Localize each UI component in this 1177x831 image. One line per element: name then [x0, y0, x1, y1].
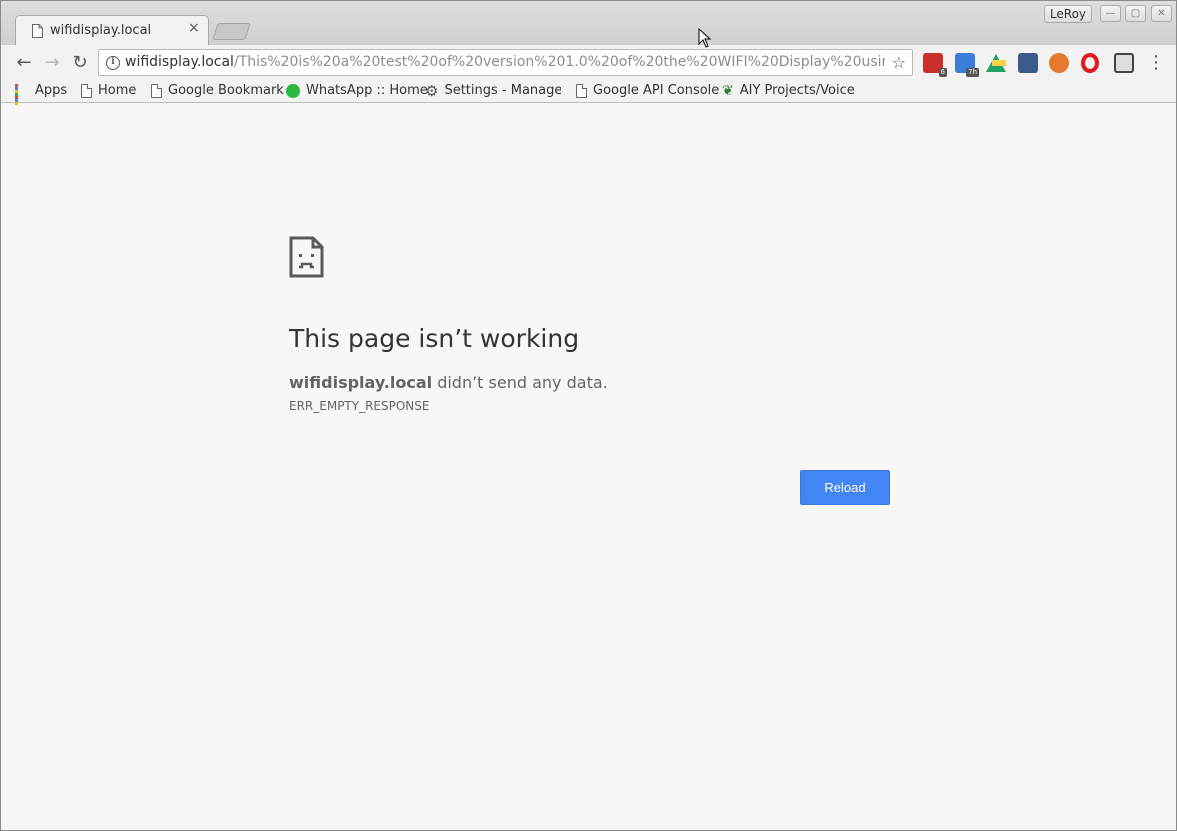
address-bar[interactable]: i wifidisplay.local/This%20is%20a%20test…: [98, 49, 913, 76]
tab-strip: wifidisplay.local × LeRoy — ▢ ✕: [1, 1, 1176, 45]
sad-page-icon: [289, 236, 324, 278]
mouse-cursor-icon: [698, 28, 712, 48]
bookmark-google-api-console[interactable]: Google API Console: [576, 82, 719, 100]
bookmark-apps[interactable]: Apps: [15, 82, 68, 111]
profile-button[interactable]: LeRoy: [1044, 5, 1092, 23]
forward-button[interactable]: →: [39, 50, 65, 76]
whatsapp-icon: [286, 84, 300, 98]
bookmark-label: WhatsApp :: Home: [306, 83, 428, 98]
minimize-button[interactable]: —: [1100, 5, 1121, 22]
apps-grid-icon: [15, 84, 29, 111]
bookmark-home[interactable]: Home: [81, 82, 136, 100]
page-icon: [81, 84, 92, 98]
toolbar: ← → ↻ i wifidisplay.local/This%20is%20a%…: [1, 45, 1176, 79]
tab-title: wifidisplay.local: [50, 23, 152, 38]
error-host: wifidisplay.local: [289, 373, 433, 392]
info-icon[interactable]: i: [106, 56, 120, 70]
bookmarks-bar: Apps Home Google Bookmark WhatsApp :: Ho…: [1, 79, 1176, 111]
back-button[interactable]: ←: [11, 50, 37, 76]
error-message: wifidisplay.local didn’t send any data.: [289, 373, 608, 392]
page-icon: [576, 84, 587, 98]
bookmark-label: Apps: [35, 83, 68, 98]
error-title: This page isn’t working: [289, 324, 580, 353]
new-tab-button[interactable]: [212, 23, 251, 40]
extension-badge: 6: [938, 68, 947, 77]
page-content: This page isn’t working wifidisplay.loca…: [5, 105, 1173, 827]
chrome-menu-icon[interactable]: ⋮: [1147, 52, 1165, 74]
bookmark-label: AIY Projects/Voice: [739, 83, 855, 98]
gear-icon: ⚙: [425, 82, 439, 100]
bookmark-whatsapp[interactable]: WhatsApp :: Home: [286, 82, 428, 100]
bookmark-label: Settings - Manage d: [444, 83, 562, 98]
url-text[interactable]: wifidisplay.local/This%20is%20a%20test%2…: [125, 54, 885, 70]
todoist-extension-icon[interactable]: 6: [923, 53, 947, 77]
maximize-button[interactable]: ▢: [1125, 5, 1146, 22]
window-close-button[interactable]: ✕: [1151, 5, 1172, 22]
browser-window: wifidisplay.local × LeRoy — ▢ ✕ ← → ↻ i …: [0, 0, 1177, 831]
tampermonkey-icon[interactable]: [1049, 53, 1069, 73]
bookmark-label: Google Bookmark: [168, 83, 284, 98]
chat-extension-icon[interactable]: 7h: [955, 53, 979, 77]
page-icon: [151, 84, 162, 98]
google-drive-icon[interactable]: [986, 54, 1006, 72]
bookmark-google-bookmark[interactable]: Google Bookmark: [151, 82, 284, 100]
bookmark-label: Google API Console: [593, 83, 720, 98]
bookmark-label: Home: [98, 83, 137, 98]
aiy-icon: ❦: [722, 83, 734, 99]
plug-icon[interactable]: [1114, 53, 1134, 73]
error-code: ERR_EMPTY_RESPONSE: [289, 399, 430, 413]
extension-badge: 7h: [966, 68, 979, 77]
error-message-text: didn’t send any data.: [432, 373, 608, 392]
screen-capture-icon[interactable]: [1018, 53, 1038, 73]
bookmark-star-icon[interactable]: ☆: [892, 53, 906, 72]
url-host: wifidisplay.local: [125, 54, 234, 70]
page-icon: [32, 24, 43, 38]
tab-close-icon[interactable]: ×: [188, 20, 200, 36]
url-path: /This%20is%20a%20test%20of%20version%201…: [233, 54, 885, 70]
bookmark-aiy-projects[interactable]: ❦ AIY Projects/Voice: [722, 82, 855, 100]
opera-icon[interactable]: [1081, 53, 1099, 73]
reload-button[interactable]: Reload: [800, 470, 890, 505]
reload-page-button[interactable]: ↻: [67, 50, 93, 76]
bookmark-settings[interactable]: ⚙ Settings - Manage d: [425, 82, 561, 100]
tab-wifidisplay[interactable]: wifidisplay.local ×: [15, 15, 209, 45]
